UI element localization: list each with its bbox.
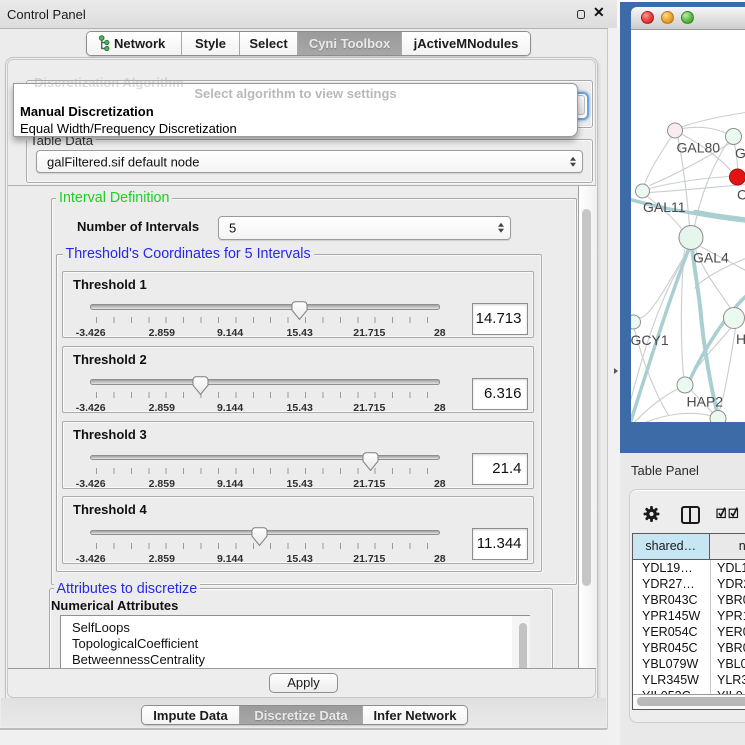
svg-text:GA: GA <box>735 145 745 161</box>
svg-text:GAL4: GAL4 <box>693 249 729 265</box>
svg-text:C: C <box>737 186 745 202</box>
svg-text:H: H <box>736 331 745 347</box>
svg-text:GCY1: GCY1 <box>631 332 669 348</box>
svg-text:GAL80: GAL80 <box>676 139 720 155</box>
svg-text:HAP2: HAP2 <box>686 393 723 409</box>
svg-text:GAL11: GAL11 <box>643 199 686 215</box>
